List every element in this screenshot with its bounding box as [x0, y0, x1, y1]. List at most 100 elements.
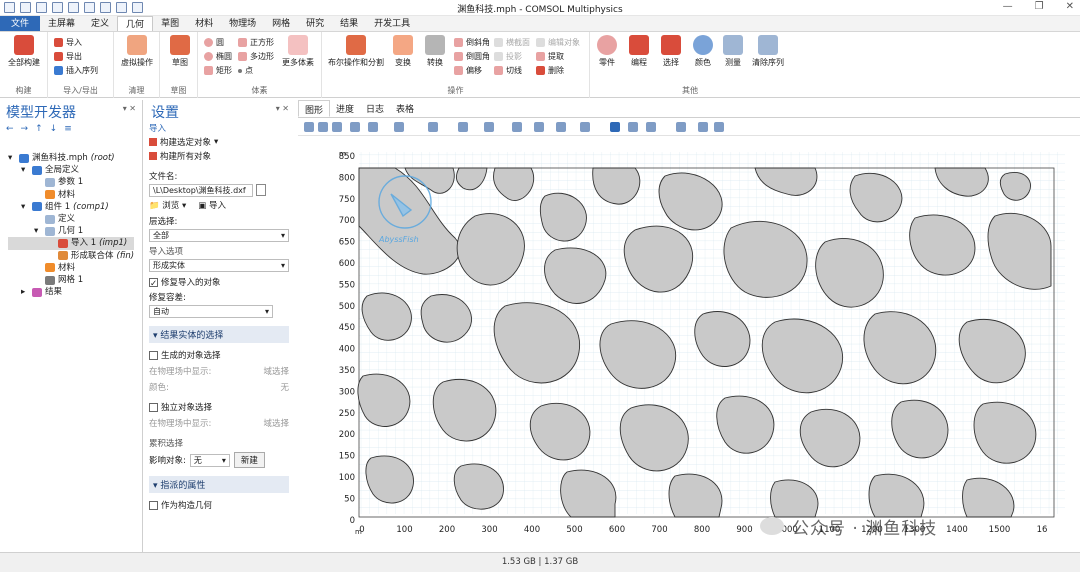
tree-toggle-icon[interactable]: ▾ — [34, 225, 42, 237]
construct-geom-checkbox[interactable]: 作为构造几何 — [149, 499, 289, 511]
ellipse-button[interactable]: 椭圆 — [204, 51, 232, 62]
programming-button[interactable]: 编程 — [624, 35, 654, 68]
show-in-physics-select-2[interactable]: 域选择 — [263, 417, 289, 429]
extract-button[interactable]: 提取 — [536, 51, 564, 62]
forward-icon[interactable]: → — [21, 124, 29, 134]
color-button[interactable]: 颜色 — [688, 35, 718, 68]
tab-definitions[interactable]: 定义 — [83, 16, 117, 31]
more-primitives-button[interactable]: 更多体素 — [278, 35, 318, 68]
section-result-selection[interactable]: ▾ 结果实体的选择 — [149, 326, 289, 343]
tree-toggle-icon[interactable]: ▾ — [21, 201, 29, 213]
tab-graphics[interactable]: 图形 — [298, 100, 331, 117]
back-icon[interactable]: ← — [6, 124, 14, 134]
export-button[interactable]: 导出 — [54, 51, 82, 62]
point-button[interactable]: 点 — [238, 65, 253, 76]
expand-icon[interactable]: ≡ — [64, 124, 72, 134]
repair-checkbox[interactable]: ✓ 修复导入的对象 — [149, 276, 289, 289]
import-options-select[interactable]: 形成实体 ▾ — [149, 259, 289, 272]
geometry-canvas[interactable]: AbyssFish 850800750700650600550500450400… — [335, 146, 1073, 536]
selection-mode-icon[interactable] — [484, 122, 494, 132]
select-box-icon[interactable] — [428, 122, 438, 132]
rectangle-button[interactable]: 矩形 — [204, 65, 232, 76]
tab-log[interactable]: 日志 — [360, 100, 390, 117]
down-icon[interactable]: ↓ — [50, 124, 58, 134]
new-button[interactable]: 新建 — [233, 452, 265, 468]
wireframe-icon[interactable] — [556, 122, 566, 132]
view-icon[interactable] — [394, 122, 404, 132]
tab-progress[interactable]: 进度 — [330, 100, 360, 117]
camera-icon[interactable] — [458, 122, 468, 132]
build-all-objects-button[interactable]: 构建所有对象 — [149, 150, 289, 162]
tab-materials[interactable]: 材料 — [187, 16, 221, 31]
fillet-button[interactable]: 倒圆角 — [454, 51, 490, 62]
tree-item[interactable]: 网格 1 — [8, 274, 134, 286]
settings-gear-icon[interactable] — [676, 122, 686, 132]
tab-sketch[interactable]: 草图 — [153, 16, 187, 31]
maximize-button[interactable]: ❐ — [1035, 1, 1044, 12]
clear-sequence-button[interactable]: 清除序列 — [748, 35, 788, 68]
offset-button[interactable]: 偏移 — [454, 65, 482, 76]
parts-button[interactable]: 零件 — [592, 35, 622, 68]
tree-item[interactable]: ▾ 渊鱼科技.mph (root) — [8, 152, 134, 164]
show-in-physics-select[interactable]: 域选择 — [263, 365, 289, 377]
color-select[interactable]: 无 — [280, 381, 289, 393]
tab-developer[interactable]: 开发工具 — [366, 16, 418, 31]
tree-item[interactable]: ▾ 几何 1 — [8, 225, 134, 237]
tree-item[interactable]: 形成联合体 (fin) — [8, 250, 134, 262]
screenshot-icon[interactable] — [698, 122, 708, 132]
tree-item[interactable]: 材料 — [8, 189, 134, 201]
tab-home[interactable]: 主屏幕 — [40, 16, 83, 31]
tab-file[interactable]: 文件 — [0, 16, 41, 31]
tangent-button[interactable]: 切线 — [494, 65, 522, 76]
virtual-ops-button[interactable]: 虚拟操作 — [117, 35, 157, 68]
tree-toggle-icon[interactable]: ▸ — [21, 286, 29, 298]
axes-icon[interactable] — [368, 122, 378, 132]
zoom-out-icon[interactable] — [318, 122, 328, 132]
delete-button[interactable]: 删除 — [536, 65, 564, 76]
indep-sel-checkbox[interactable]: 独立对象选择 — [149, 401, 289, 413]
print-icon[interactable] — [714, 122, 724, 132]
build-all-button[interactable]: 全部构建 — [4, 35, 44, 68]
polygon-button[interactable]: 多边形 — [238, 51, 274, 62]
select-button[interactable]: 选择 — [656, 35, 686, 68]
tree-toggle-icon[interactable]: ▾ — [21, 164, 29, 176]
tab-study[interactable]: 研究 — [298, 16, 332, 31]
filename-input[interactable]: \L\Desktop\渊鱼科技.dxf — [149, 184, 253, 197]
gen-sel-checkbox[interactable]: 生成的对象选择 — [149, 349, 289, 361]
transparency-icon[interactable] — [580, 122, 590, 132]
tab-geometry[interactable]: 几何 — [117, 16, 154, 31]
square-button[interactable]: 正方形 — [238, 37, 274, 48]
browse-button[interactable]: 📁 浏览 ▾ — [149, 199, 186, 211]
layer-select[interactable]: 全部 ▾ — [149, 229, 289, 242]
tree-item[interactable]: 定义 — [8, 213, 134, 225]
affect-select[interactable]: 无 ▾ — [189, 453, 230, 467]
tree-item[interactable]: 材料 — [8, 262, 134, 274]
tree-item[interactable]: ▸ 结果 — [8, 286, 134, 298]
measure-button[interactable]: 测量 — [718, 35, 748, 68]
convert-button[interactable]: 转换 — [420, 35, 450, 68]
import-button[interactable]: 导入 — [54, 37, 82, 48]
lights-icon[interactable] — [646, 122, 656, 132]
edit-object-button[interactable]: 编辑对象 — [536, 37, 580, 48]
build-selected-button[interactable]: 构建选定对象 ▾ — [149, 136, 289, 148]
boolean-button[interactable]: 布尔操作和分割 — [324, 35, 388, 68]
close-button[interactable]: ✕ — [1066, 1, 1074, 12]
tab-results[interactable]: 结果 — [332, 16, 366, 31]
pin-icon[interactable]: ▾ ✕ — [276, 104, 289, 113]
show-icon[interactable] — [534, 122, 544, 132]
pin-icon[interactable]: ▾ ✕ — [123, 104, 136, 113]
render-icon[interactable] — [628, 122, 638, 132]
zoom-extents-icon[interactable] — [350, 122, 360, 132]
hide-icon[interactable] — [512, 122, 522, 132]
grid-icon[interactable] — [610, 122, 620, 132]
work-plane-button[interactable]: 横截面 — [494, 37, 530, 48]
tab-physics[interactable]: 物理场 — [221, 16, 264, 31]
circle-button[interactable]: 圆 — [204, 37, 224, 48]
import-action-button[interactable]: ▣ 导入 — [198, 199, 226, 211]
repair-tol-select[interactable]: 自动 ▾ — [149, 305, 273, 318]
minimize-button[interactable]: — — [1003, 1, 1013, 12]
section-assigned-attributes[interactable]: ▾ 指派的属性 — [149, 476, 289, 493]
zoom-in-icon[interactable] — [304, 122, 314, 132]
tab-table[interactable]: 表格 — [390, 100, 420, 117]
insert-sequence-button[interactable]: 插入序列 — [54, 65, 98, 76]
